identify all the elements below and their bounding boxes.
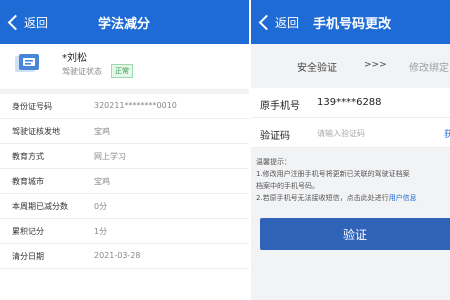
user-info-link[interactable]: 用户信息 <box>389 194 417 202</box>
info-row-education-city: 教育城市 宝鸡 <box>0 169 249 194</box>
license-status-label: 驾驶证状态 <box>62 67 102 76</box>
info-row-id-number: 身份证号码 320211********0010 <box>0 94 249 119</box>
info-value: 0分 <box>94 202 108 211</box>
user-name: *刘松 <box>62 53 87 64</box>
old-phone-label: 原手机号 <box>260 101 300 112</box>
info-label: 教育城市 <box>12 177 44 186</box>
get-code-button[interactable]: 获 <box>444 127 450 140</box>
tips-line-1b: 档案中的手机号码。 <box>256 182 319 190</box>
info-label: 清分日期 <box>12 252 44 261</box>
tips-box: 温馨提示： 1.修改用户注册手机号将更新已关联的驾驶证档案 档案中的手机号码。 … <box>256 156 450 204</box>
old-phone-row: 原手机号 139****6288 <box>251 88 450 118</box>
info-list: 身份证号码 320211********0010 驾驶证核发地 宝鸡 教育方式 … <box>0 94 249 269</box>
right-back-label: 返回 <box>275 15 300 30</box>
info-value: 1分 <box>94 227 108 236</box>
step-security-verification: 安全验证 <box>297 63 337 74</box>
info-label: 驾驶证核发地 <box>12 127 60 136</box>
tips-line-1: 1.修改用户注册手机号将更新已关联的驾驶证档案 <box>256 170 410 178</box>
right-navbar: 返回 手机号码更改 <box>251 0 450 44</box>
verify-button[interactable]: 验证 <box>260 218 450 250</box>
step-indicator: 安全验证 >>> 修改绑定 <box>251 44 450 86</box>
tips-line-2: 2.若原手机号无法接收短信，点击此处进行用户信息 <box>256 192 450 204</box>
left-page-title: 学法减分 <box>98 17 151 32</box>
code-label: 验证码 <box>260 131 290 142</box>
left-screen: 返回 学法减分 *刘松 驾驶证状态 正常 身份证号码 320211*******… <box>0 0 249 300</box>
info-row-reduced-points: 本周期已减分数 0分 <box>0 194 249 219</box>
right-back-button[interactable]: 返回 <box>257 12 299 32</box>
code-row: 验证码 获 <box>251 118 450 148</box>
info-value: 宝鸡 <box>94 127 110 136</box>
profile-card: *刘松 驾驶证状态 正常 <box>0 44 249 90</box>
step-arrows: >>> <box>364 60 387 70</box>
tips-heading: 温馨提示： <box>256 158 291 166</box>
right-page-title: 手机号码更改 <box>313 17 392 32</box>
info-row-education-method: 教育方式 网上学习 <box>0 144 249 169</box>
info-label: 教育方式 <box>12 152 44 161</box>
info-label: 身份证号码 <box>12 102 52 111</box>
left-back-button[interactable]: 返回 <box>6 12 48 32</box>
info-label: 累积记分 <box>12 227 44 236</box>
step-modify-binding: 修改绑定 <box>409 63 449 74</box>
status-badge: 正常 <box>111 64 133 78</box>
tips-line-2-text: 2.若原手机号无法接收短信，点击此处进行 <box>256 194 389 202</box>
verification-form: 原手机号 139****6288 验证码 获 <box>251 88 450 148</box>
left-navbar: 返回 学法减分 <box>0 0 249 44</box>
chevron-left-icon <box>7 14 24 30</box>
info-value: 宝鸡 <box>94 177 110 186</box>
left-back-label: 返回 <box>24 15 49 30</box>
chevron-left-icon <box>258 14 275 30</box>
info-value: 网上学习 <box>94 152 126 161</box>
license-card-icon <box>15 54 39 72</box>
info-row-clear-date: 清分日期 2021-03-28 <box>0 244 249 269</box>
info-value: 320211********0010 <box>94 101 177 110</box>
info-row-issuing-place: 驾驶证核发地 宝鸡 <box>0 119 249 144</box>
verification-code-input[interactable] <box>317 126 427 140</box>
right-screen: 返回 手机号码更改 安全验证 >>> 修改绑定 原手机号 139****6288… <box>251 0 450 300</box>
info-label: 本周期已减分数 <box>12 202 68 211</box>
info-row-accumulated-points: 累积记分 1分 <box>0 219 249 244</box>
old-phone-value: 139****6288 <box>317 97 382 108</box>
info-value: 2021-03-28 <box>94 251 141 260</box>
